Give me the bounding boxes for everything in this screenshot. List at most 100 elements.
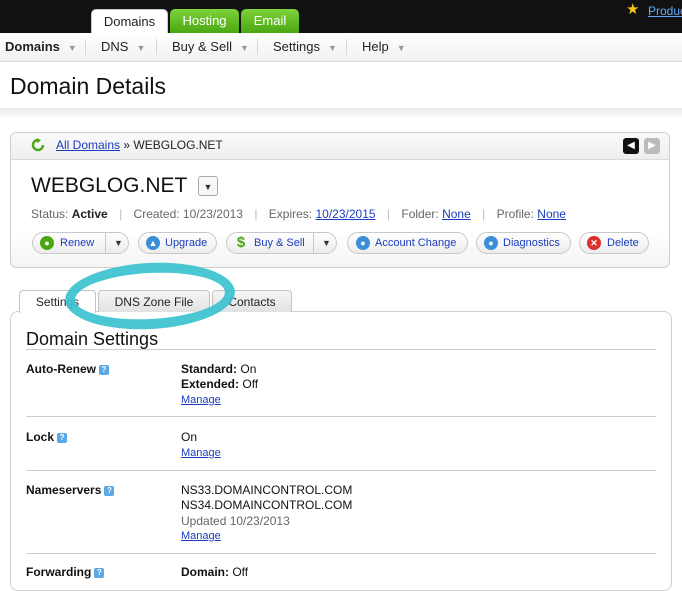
domain-detail-card: All Domains » WEBGLOG.NET ◀ ▶ WEBGLOG.NE… <box>10 132 670 268</box>
profile-link[interactable]: None <box>537 207 566 221</box>
menu-dns[interactable]: DNS ▼ <box>101 33 145 61</box>
section-divider <box>26 349 656 350</box>
help-icon[interactable]: ? <box>104 486 115 496</box>
top-tab-email[interactable]: Email <box>241 9 299 33</box>
button-divider <box>313 233 314 253</box>
account-change-label: Account Change <box>375 237 457 249</box>
menu-domains[interactable]: Domains ▼ <box>5 33 77 61</box>
menu-buy-sell-label: Buy & Sell <box>172 39 232 54</box>
upgrade-button[interactable]: ▲ Upgrade <box>138 232 217 254</box>
upgrade-label: Upgrade <box>165 237 208 249</box>
buy-sell-button[interactable]: $ Buy & Sell ▼ <box>226 232 337 254</box>
chevron-down-icon[interactable]: ▼ <box>114 233 123 253</box>
breadcrumb-current: WEBGLOG.NET <box>133 138 223 152</box>
forwarding-label: Forwarding <box>26 565 92 579</box>
forwarding-row-label: Forwarding? <box>26 565 105 579</box>
lock-value: On <box>181 430 198 444</box>
chevron-down-icon: ▼ <box>239 43 249 53</box>
account-change-button[interactable]: ● Account Change <box>347 232 468 254</box>
page-title: Domain Details <box>10 73 166 99</box>
menu-help-label: Help <box>362 39 389 54</box>
menu-help[interactable]: Help ▼ <box>362 33 406 61</box>
extended-label: Extended: <box>181 377 240 391</box>
renew-label: Renew <box>60 237 95 249</box>
auto-renew-extended: Extended: Off <box>181 377 258 391</box>
forwarding-domain: Domain: Off <box>181 565 248 579</box>
delete-label: Delete <box>607 237 639 249</box>
created-label: Created: <box>133 207 180 221</box>
help-icon[interactable]: ? <box>99 365 109 375</box>
auto-renew-manage-link[interactable]: Manage <box>181 394 221 406</box>
domain-dropdown-button[interactable]: ▼ <box>198 176 218 196</box>
nameserver-2: NS34.DOMAINCONTROL.COM <box>181 498 353 512</box>
menu-divider <box>257 39 258 55</box>
refresh-icon[interactable] <box>31 138 45 152</box>
top-tab-domains[interactable]: Domains <box>91 9 168 33</box>
diagnostics-button[interactable]: ● Diagnostics <box>476 232 571 254</box>
lock-row-label: Lock? <box>26 430 68 444</box>
status-value: Active <box>71 207 108 221</box>
nameserver-1: NS33.DOMAINCONTROL.COM <box>181 483 353 497</box>
chevron-down-icon: ▼ <box>67 43 77 53</box>
diagnostics-icon: ● <box>484 236 498 250</box>
products-link[interactable]: Produc <box>648 4 682 18</box>
expires-label: Expires: <box>268 207 313 221</box>
chevron-down-icon[interactable]: ▼ <box>322 233 331 253</box>
chevron-down-icon: ▼ <box>136 43 146 53</box>
all-domains-link[interactable]: All Domains <box>56 138 120 152</box>
row-divider <box>26 470 656 471</box>
auto-renew-label: Auto-Renew <box>26 362 96 376</box>
dollar-icon: $ <box>236 234 246 251</box>
breadcrumb: All Domains » WEBGLOG.NET <box>56 138 223 152</box>
breadcrumb-separator: » <box>123 138 131 152</box>
help-icon[interactable]: ? <box>57 433 68 443</box>
section-title: Domain Settings <box>26 329 159 349</box>
forwarding-domain-value: Off <box>232 565 249 579</box>
menu-divider <box>156 39 157 55</box>
divider: | <box>254 207 258 221</box>
standard-value: On <box>240 362 257 376</box>
profile-label: Profile: <box>496 207 534 221</box>
auto-renew-row-label: Auto-Renew? <box>26 362 109 376</box>
breadcrumb-bar: All Domains » WEBGLOG.NET ◀ ▶ <box>11 133 669 160</box>
renew-icon: ● <box>40 236 54 250</box>
star-icon: ★ <box>626 1 640 18</box>
menu-bar: Domains ▼ DNS ▼ Buy & Sell ▼ Settings ▼ Help… <box>0 33 682 62</box>
user-icon: ● <box>356 236 370 250</box>
previous-arrow-icon[interactable]: ◀ <box>623 138 639 154</box>
delete-button[interactable]: ✕ Delete <box>579 232 649 254</box>
buy-sell-label: Buy & Sell <box>254 237 305 249</box>
help-icon[interactable]: ? <box>94 568 105 578</box>
products-link-wrap: ★ Produc <box>626 2 682 19</box>
renew-button[interactable]: ● Renew ▼ <box>32 232 129 254</box>
row-divider <box>26 416 656 417</box>
standard-label: Standard: <box>181 362 238 376</box>
top-tab-hosting[interactable]: Hosting <box>170 9 239 33</box>
lock-manage-link[interactable]: Manage <box>181 447 221 459</box>
nameservers-updated: Updated 10/23/2013 <box>181 514 290 528</box>
folder-link[interactable]: None <box>442 207 471 221</box>
nameservers-label: Nameservers <box>26 483 102 497</box>
next-arrow-icon[interactable]: ▶ <box>644 138 660 154</box>
diagnostics-label: Diagnostics <box>503 237 560 249</box>
menu-settings-label: Settings <box>273 39 320 54</box>
nameservers-manage-link[interactable]: Manage <box>181 530 221 542</box>
chevron-down-icon: ▼ <box>396 43 406 53</box>
menu-divider <box>346 39 347 55</box>
menu-domains-label: Domains <box>5 39 60 54</box>
menu-dns-label: DNS <box>101 39 129 54</box>
divider: | <box>119 207 123 221</box>
divider: | <box>482 207 486 221</box>
expires-link[interactable]: 10/23/2015 <box>316 207 376 221</box>
delete-icon: ✕ <box>587 236 601 250</box>
menu-buy-sell[interactable]: Buy & Sell ▼ <box>172 33 249 61</box>
created-value: 10/23/2013 <box>182 207 243 221</box>
menu-settings[interactable]: Settings ▼ <box>273 33 337 61</box>
forwarding-domain-label: Domain: <box>181 565 229 579</box>
menu-divider <box>85 39 86 55</box>
title-divider <box>0 108 682 118</box>
button-divider <box>105 233 106 253</box>
nameservers-row-label: Nameservers? <box>26 483 115 497</box>
auto-renew-standard: Standard: On <box>181 362 256 376</box>
domain-status-line: Status: Active | Created: 10/23/2013 | E… <box>31 207 566 221</box>
